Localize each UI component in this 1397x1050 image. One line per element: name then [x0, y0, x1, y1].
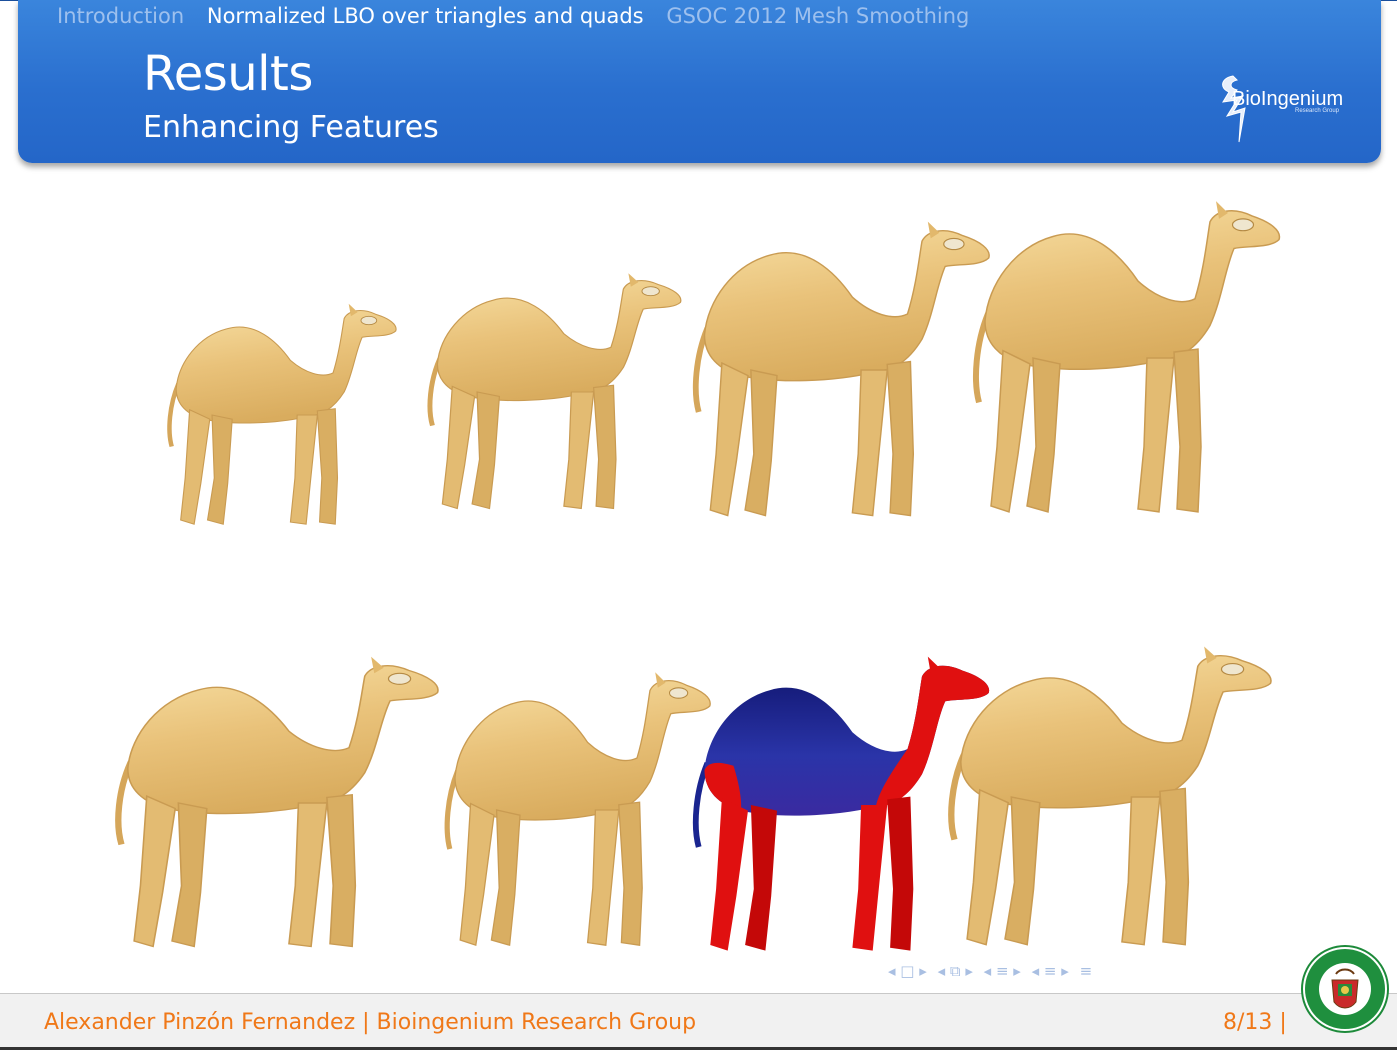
- beamer-navigation-symbols: ◂ □ ▸ ◂ ⧉ ▸ ◂ ≡ ▸ ◂ ≡ ▸ ≡: [888, 962, 1098, 980]
- camel-mesh-1: [169, 304, 396, 525]
- camel-mesh-4: [976, 201, 1279, 512]
- camel-mesh-segmented: [696, 657, 989, 951]
- footer-author: Alexander Pinzón Fernandez | Bioingenium…: [44, 1010, 697, 1035]
- camel-mesh-6: [447, 672, 710, 945]
- camel-mesh-3: [696, 222, 989, 516]
- university-seal-icon: [1301, 945, 1389, 1033]
- nav-presentation-icon[interactable]: ◂ ≡ ▸: [1032, 962, 1069, 980]
- camel-mesh-2: [430, 273, 681, 508]
- nav-frame-icon[interactable]: ◂ □ ▸: [888, 962, 927, 980]
- nav-subsection-icon[interactable]: ◂ ⧉ ▸: [938, 962, 973, 980]
- camel-mesh-8: [951, 646, 1271, 944]
- camel-figure-grid: [0, 0, 1397, 1050]
- camel-mesh-5: [118, 657, 438, 947]
- page-number: 8/13 |: [1223, 1010, 1287, 1035]
- nav-search-icon[interactable]: ≡: [1080, 962, 1093, 980]
- nav-section-icon[interactable]: ◂ ≡ ▸: [984, 962, 1021, 980]
